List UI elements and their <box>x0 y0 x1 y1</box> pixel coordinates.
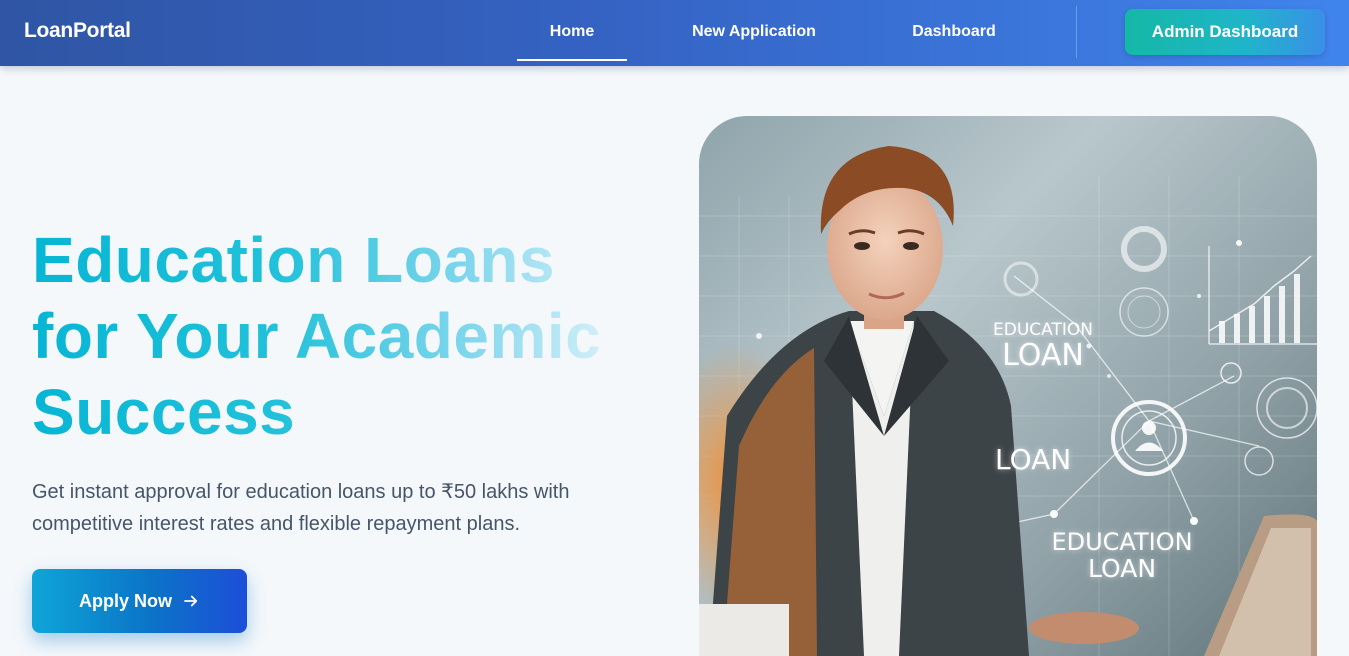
education-loan-label-1: EDUCATION LOAN <box>988 322 1098 371</box>
nav-link-dashboard-label: Dashboard <box>912 23 996 40</box>
active-nav-indicator <box>517 59 627 61</box>
hero-title-line-3: Success <box>32 376 296 448</box>
apply-now-button[interactable]: Apply Now <box>32 569 247 633</box>
nav-divider <box>1076 6 1077 58</box>
hero-student-illustration: EDUCATION LOAN LOAN EDUCATION LOAN <box>699 116 1317 656</box>
nav-link-new-application[interactable]: New Application <box>680 0 828 66</box>
nav-link-new-application-label: New Application <box>692 23 816 40</box>
loan-label: LOAN <box>995 443 1072 476</box>
hero-subtitle-line-2: competitive interest rates and flexible … <box>32 513 521 535</box>
nav-link-home[interactable]: Home <box>517 0 627 66</box>
education-loan-label-1-small: EDUCATION <box>993 320 1093 340</box>
nav-link-home-label: Home <box>549 23 595 40</box>
education-loan-label-2: EDUCATION LOAN <box>1049 530 1195 581</box>
hero-subtitle: Get instant approval for education loans… <box>32 476 632 540</box>
hero-title-line-2: for Your Academic <box>32 300 602 372</box>
education-loan-label-1-big: LOAN <box>1002 338 1084 373</box>
brand-logo[interactable]: LoanPortal <box>24 19 131 43</box>
nav-link-dashboard[interactable]: Dashboard <box>900 0 1008 66</box>
hero-subtitle-line-1: Get instant approval for education loans… <box>32 481 570 503</box>
illustration-artwork <box>699 146 1317 656</box>
arrow-right-icon <box>184 595 198 607</box>
education-loan-label-2-line-2: LOAN <box>1087 554 1157 583</box>
top-navbar: LoanPortal Home New Application Dashboar… <box>0 0 1349 66</box>
education-loan-label-2-line-1: EDUCATION <box>1051 528 1193 556</box>
hero-title: Education Loans for Your Academic Succes… <box>32 222 652 450</box>
admin-dashboard-button[interactable]: Admin Dashboard <box>1125 9 1325 55</box>
hero-title-line-1: Education Loans <box>32 224 556 296</box>
apply-now-label: Apply Now <box>79 590 172 611</box>
